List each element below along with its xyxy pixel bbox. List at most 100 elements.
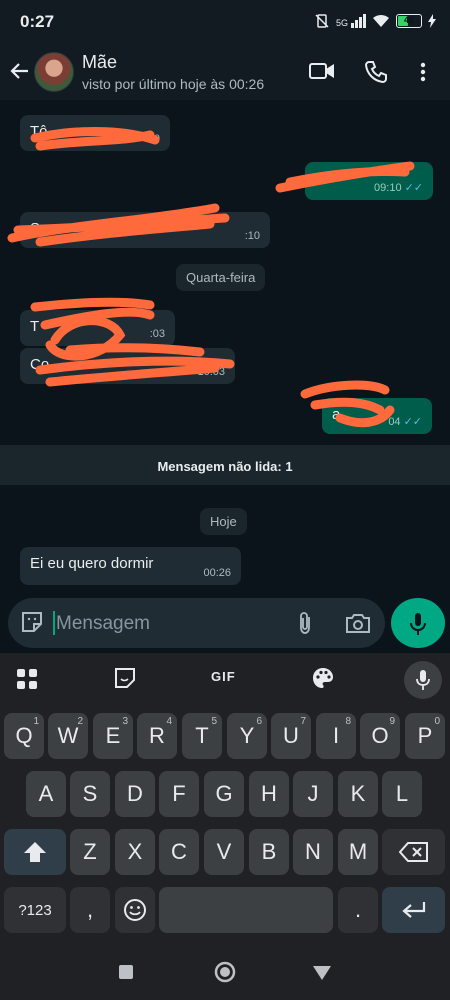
key-n[interactable]: N bbox=[293, 829, 333, 875]
key-r[interactable]: R4 bbox=[137, 713, 177, 759]
message-bubble-incoming[interactable]: Ei eu quero dormir 00:26 bbox=[20, 547, 241, 585]
key-u[interactable]: U7 bbox=[271, 713, 311, 759]
message-text: S bbox=[30, 220, 41, 237]
symbols-key[interactable]: ?123 bbox=[4, 887, 66, 933]
enter-key[interactable] bbox=[382, 887, 445, 933]
key-hint: 1 bbox=[33, 716, 39, 727]
mic-icon bbox=[410, 613, 426, 635]
more-vert-icon[interactable] bbox=[418, 60, 428, 84]
key-x[interactable]: X bbox=[115, 829, 155, 875]
key-label: Y bbox=[239, 723, 255, 748]
message-text: Ei eu quero dormir bbox=[30, 555, 154, 572]
gif-button[interactable]: GIF bbox=[211, 669, 236, 684]
key-v[interactable]: V bbox=[204, 829, 244, 875]
network-type: 5G bbox=[335, 18, 348, 28]
key-i[interactable]: I8 bbox=[316, 713, 356, 759]
camera-icon[interactable] bbox=[345, 612, 371, 634]
key-label: I bbox=[332, 723, 340, 748]
key-j[interactable]: J bbox=[293, 771, 333, 817]
recents-icon[interactable] bbox=[118, 964, 134, 980]
key-hint: 2 bbox=[77, 716, 83, 727]
key-m[interactable]: M bbox=[338, 829, 378, 875]
message-input-bar: Mensagem bbox=[0, 595, 450, 653]
back-arrow-icon[interactable] bbox=[8, 58, 32, 84]
key-e[interactable]: E3 bbox=[93, 713, 133, 759]
key-w[interactable]: W2 bbox=[48, 713, 88, 759]
space-key[interactable] bbox=[159, 887, 333, 933]
key-z[interactable]: Z bbox=[70, 829, 110, 875]
key-t[interactable]: T5 bbox=[182, 713, 222, 759]
key-hint: 9 bbox=[389, 716, 395, 727]
emoji-key[interactable] bbox=[115, 887, 155, 933]
key-p[interactable]: P0 bbox=[405, 713, 445, 759]
charging-icon bbox=[428, 14, 436, 28]
sticker-icon[interactable] bbox=[114, 667, 136, 689]
key-h[interactable]: H bbox=[249, 771, 289, 817]
key-l[interactable]: L bbox=[382, 771, 422, 817]
message-text: Tô bbox=[30, 123, 48, 140]
video-call-icon[interactable] bbox=[309, 60, 335, 82]
key-c[interactable]: C bbox=[159, 829, 199, 875]
contact-info[interactable]: Mãe visto por último hoje às 00:26 bbox=[82, 52, 264, 92]
key-a[interactable]: A bbox=[26, 771, 66, 817]
message-bubble-incoming[interactable]: S :10 bbox=[20, 212, 270, 248]
key-b[interactable]: B bbox=[249, 829, 289, 875]
key-hint: 4 bbox=[166, 716, 172, 727]
message-text: a bbox=[332, 406, 341, 423]
attach-icon[interactable] bbox=[295, 611, 315, 635]
message-time: :10 bbox=[144, 133, 160, 145]
chat-area[interactable]: Tô :10 09:10 ✓✓ S :10 Quarta-feira T :03 … bbox=[0, 100, 450, 595]
period-key[interactable]: . bbox=[338, 887, 378, 933]
key-q[interactable]: Q1 bbox=[4, 713, 44, 759]
key-label: U bbox=[283, 723, 299, 748]
avatar[interactable] bbox=[34, 52, 74, 92]
shift-key[interactable] bbox=[4, 829, 66, 875]
message-time: :03 bbox=[149, 328, 165, 340]
palette-icon[interactable] bbox=[311, 666, 335, 690]
battery-level: 40 bbox=[403, 15, 414, 25]
key-g[interactable]: G bbox=[204, 771, 244, 817]
backspace-key[interactable] bbox=[382, 829, 445, 875]
message-bubble-outgoing[interactable]: 09:10 ✓✓ bbox=[305, 162, 433, 200]
key-hint: 0 bbox=[434, 716, 440, 727]
keyboard-voice-button[interactable] bbox=[404, 661, 442, 699]
key-hint: 6 bbox=[256, 716, 262, 727]
key-hint: 7 bbox=[300, 716, 306, 727]
apps-grid-icon[interactable] bbox=[16, 668, 38, 690]
message-bubble-incoming[interactable]: Tô :10 bbox=[20, 115, 170, 151]
signal-icon: 5G bbox=[336, 14, 366, 28]
last-seen: visto por último hoje às 00:26 bbox=[82, 76, 265, 92]
key-f[interactable]: F bbox=[159, 771, 199, 817]
key-hint: 3 bbox=[122, 716, 128, 727]
message-meta: 04 ✓✓ bbox=[388, 415, 422, 428]
battery-icon: 40 bbox=[396, 14, 422, 28]
key-d[interactable]: D bbox=[115, 771, 155, 817]
back-triangle-icon[interactable] bbox=[312, 965, 332, 981]
comma-key[interactable]: , bbox=[70, 887, 110, 933]
message-time: 10:03 bbox=[197, 366, 225, 378]
message-text: T bbox=[30, 318, 40, 335]
message-bubble-incoming[interactable]: T :03 bbox=[20, 310, 175, 346]
message-placeholder: Mensagem bbox=[56, 613, 150, 634]
backspace-icon bbox=[398, 842, 428, 862]
system-navigation-bar bbox=[0, 943, 450, 1000]
message-field[interactable]: Mensagem bbox=[8, 598, 385, 648]
sticker-icon[interactable] bbox=[20, 610, 44, 634]
home-icon[interactable] bbox=[214, 961, 236, 983]
key-o[interactable]: O9 bbox=[360, 713, 400, 759]
contact-name: Mãe bbox=[82, 52, 118, 72]
key-label: Q bbox=[15, 723, 33, 748]
message-bubble-incoming[interactable]: Co 10:03 bbox=[20, 348, 235, 384]
key-y[interactable]: Y6 bbox=[227, 713, 267, 759]
key-s[interactable]: S bbox=[70, 771, 110, 817]
status-icons: 5G 40 bbox=[314, 13, 436, 29]
key-k[interactable]: K bbox=[338, 771, 378, 817]
phone-icon[interactable] bbox=[364, 60, 388, 84]
voice-message-button[interactable] bbox=[391, 598, 445, 648]
message-bubble-outgoing[interactable]: a 04 ✓✓ bbox=[322, 398, 432, 434]
key-label: O bbox=[371, 723, 389, 748]
whatsapp-chat-screen: 0:27 5G 40 Mãe visto por último hoje às … bbox=[0, 0, 450, 1000]
message-time: 09:10 bbox=[374, 182, 402, 194]
date-chip: Quarta-feira bbox=[176, 264, 266, 291]
keyboard: GIF Q1 W2 E3 R4 T5 Y6 U7 I8 O9 P0 A S D … bbox=[0, 653, 450, 943]
